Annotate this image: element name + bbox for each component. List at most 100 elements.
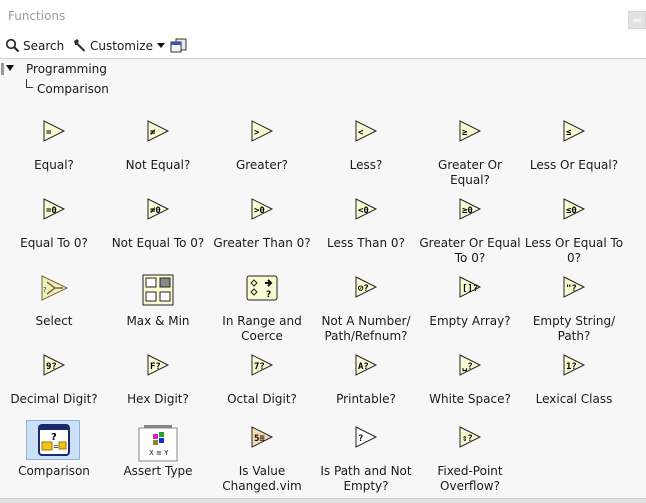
palette-item-label: Fixed-Point Overflow?: [437, 464, 503, 493]
palette-item-label: Max & Min: [126, 314, 190, 328]
less-than-0-icon: <0: [353, 196, 379, 226]
palette-item-equal[interactable]: = Equal?: [2, 118, 106, 178]
palette-item-not-a-number[interactable]: ⊘? Not A Number/ Path/Refnum?: [314, 274, 418, 343]
new-window-icon[interactable]: [170, 38, 187, 53]
palette-item-not-equal[interactable]: ≠ Not Equal?: [106, 118, 210, 178]
svg-text:≥0: ≥0: [462, 206, 473, 216]
palette-item-less-or-equal[interactable]: ≤ Less Or Equal?: [522, 118, 626, 178]
not-a-number-icon: ⊘?: [353, 274, 379, 304]
customize-button[interactable]: Customize: [72, 37, 165, 54]
equal-to-0-icon: =0: [41, 196, 67, 226]
palette-item-less-than-0[interactable]: <0 Less Than 0?: [314, 196, 418, 256]
tree-item-programming[interactable]: Programming: [26, 62, 107, 76]
palette-item-greater-or-equal-to-0[interactable]: ≥0 Greater Or Equal To 0?: [418, 196, 522, 265]
palette-item-is-path-and-not-empty[interactable]: ? Is Path and Not Empty?: [314, 424, 418, 493]
greater-or-equal-icon: ≥: [457, 118, 483, 148]
palette-item-label: Printable?: [336, 392, 396, 406]
title-bar: Functions: [0, 0, 646, 33]
less-icon: <: [353, 118, 379, 148]
greater-icon: >: [249, 118, 275, 148]
palette-item-hex-digit[interactable]: F? Hex Digit?: [106, 352, 210, 412]
palette-item-label: Equal To 0?: [20, 236, 88, 250]
pin-button[interactable]: [628, 11, 646, 29]
collapse-triangle-icon[interactable]: [6, 65, 14, 71]
palette-item-label: Assert Type: [123, 464, 193, 478]
palette-item-empty-array[interactable]: []? Empty Array?: [418, 274, 522, 334]
palette-item-less-or-equal-to-0[interactable]: ≤0 Less Or Equal To 0?: [522, 196, 626, 265]
comparison-subpalette-icon: ? =: [38, 424, 70, 460]
palette-item-select[interactable]: ? Select: [2, 274, 106, 334]
search-button[interactable]: Search: [5, 37, 64, 54]
svg-text:?: ?: [51, 432, 57, 443]
svg-text:=: =: [46, 128, 52, 138]
svg-text:[]?: []?: [462, 284, 478, 294]
svg-text:9?: 9?: [46, 362, 57, 372]
lexical-class-icon: 1?: [561, 352, 587, 382]
palette-breadcrumb-tree: Programming Comparison: [0, 59, 646, 103]
palette-item-greater[interactable]: > Greater?: [210, 118, 314, 178]
svg-text:>: >: [254, 128, 260, 138]
palette-item-not-equal-to-0[interactable]: ≠0 Not Equal To 0?: [106, 196, 210, 256]
is-value-changed-icon: 5≡: [249, 424, 275, 454]
svg-text:7?: 7?: [254, 362, 265, 372]
greater-or-equal-to-0-icon: ≥0: [457, 196, 483, 226]
palette-item-label: Less?: [349, 158, 383, 172]
tree-drag-handle[interactable]: [1, 63, 4, 75]
palette-item-less[interactable]: < Less?: [314, 118, 418, 178]
palette-item-white-space[interactable]: ␣? White Space?: [418, 352, 522, 412]
customize-label: Customize: [90, 38, 153, 53]
palette-item-label: Greater Than 0?: [213, 236, 311, 250]
svg-text:?: ?: [43, 286, 47, 294]
in-range-and-coerce-icon: ?: [246, 274, 278, 306]
palette-item-greater-than-0[interactable]: >0 Greater Than 0?: [210, 196, 314, 256]
palette-item-label: Decimal Digit?: [10, 392, 98, 406]
palette-item-label: Greater?: [235, 158, 289, 172]
svg-text:⊘?: ⊘?: [358, 284, 369, 294]
palette-item-label: Is Path and Not Empty?: [320, 464, 412, 493]
palette-item-assert-type[interactable]: X ≡ Y Assert Type: [106, 424, 210, 484]
svg-text:≠0: ≠0: [150, 206, 161, 216]
palette-item-label: White Space?: [429, 392, 511, 406]
svg-text:?: ?: [266, 290, 271, 300]
tree-item-comparison[interactable]: Comparison: [37, 82, 109, 96]
svg-text:≠: ≠: [150, 128, 156, 138]
palette-item-is-value-changed[interactable]: 5≡ Is Value Changed.vim: [210, 424, 314, 493]
palette-item-label: Greater Or Equal?: [438, 158, 502, 187]
less-or-equal-to-0-icon: ≤0: [561, 196, 587, 226]
empty-string-path-icon: "?: [561, 274, 587, 304]
svg-text:>0: >0: [254, 206, 265, 216]
svg-text:A?: A?: [358, 362, 369, 372]
svg-text:≥: ≥: [462, 128, 468, 138]
palette-item-label: Octal Digit?: [227, 392, 297, 406]
palette-item-octal-digit[interactable]: 7? Octal Digit?: [210, 352, 314, 412]
svg-text:≤0: ≤0: [566, 206, 577, 216]
palette-item-label: Lexical Class: [535, 392, 613, 406]
svg-text:"?: "?: [566, 284, 577, 294]
wrench-icon: [74, 39, 85, 52]
decimal-digit-icon: 9?: [41, 352, 67, 382]
octal-digit-icon: 7?: [249, 352, 275, 382]
palette-item-label: Less Than 0?: [327, 236, 405, 250]
palette-item-label: Not A Number/ Path/Refnum?: [321, 314, 411, 343]
palette-item-label: Empty Array?: [429, 314, 511, 328]
palette-item-fixed-point-overflow[interactable]: ⇕? Fixed-Point Overflow?: [418, 424, 522, 493]
palette-item-greater-or-equal[interactable]: ≥ Greater Or Equal?: [418, 118, 522, 187]
palette-item-equal-to-0[interactable]: =0 Equal To 0?: [2, 196, 106, 256]
palette-item-decimal-digit[interactable]: 9? Decimal Digit?: [2, 352, 106, 412]
equal-icon: =: [41, 118, 67, 148]
palette-item-comparison-subpalette[interactable]: ? = Comparison: [2, 424, 106, 484]
palette-item-label: In Range and Coerce: [222, 314, 302, 343]
palette-item-lexical-class[interactable]: 1? Lexical Class: [522, 352, 626, 412]
svg-text:1?: 1?: [566, 362, 577, 372]
palette-item-label: Comparison: [18, 464, 90, 478]
palette-item-label: Less Or Equal?: [529, 158, 619, 172]
search-label: Search: [23, 38, 65, 53]
palette-item-in-range-and-coerce[interactable]: ? In Range and Coerce: [210, 274, 314, 343]
palette-item-max-min[interactable]: Max & Min: [106, 274, 210, 334]
svg-text:<: <: [358, 128, 364, 138]
svg-text:F?: F?: [150, 362, 161, 372]
palette-item-label: Not Equal To 0?: [111, 236, 205, 250]
palette-item-label: Greater Or Equal To 0?: [419, 236, 521, 265]
palette-item-printable[interactable]: A? Printable?: [314, 352, 418, 412]
palette-item-empty-string-path[interactable]: "? Empty String/ Path?: [522, 274, 626, 343]
